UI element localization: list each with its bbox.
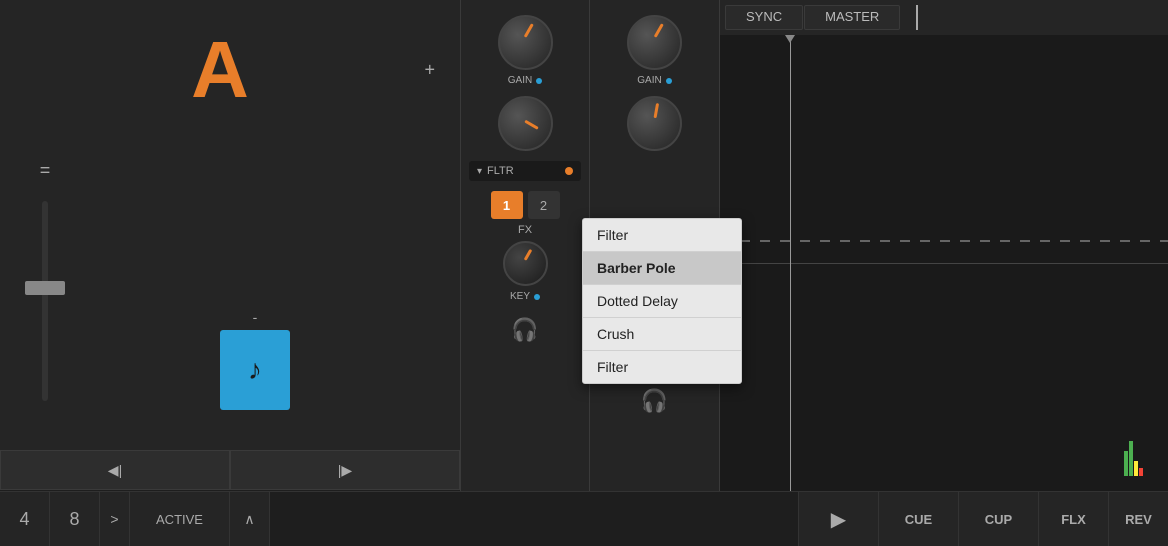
up-arrow-button[interactable]: ∧	[230, 492, 270, 546]
cue-block[interactable]: ♪	[220, 330, 290, 410]
fx-dropdown-menu: Filter Barber Pole Dotted Delay Crush Fi…	[582, 218, 742, 384]
fltr-dot-orange	[565, 167, 573, 175]
bottom-bar: 4 8 > ACTIVE ∧ ▶ CUE CUP FLX REV	[0, 491, 1168, 546]
master-button[interactable]: MASTER	[804, 5, 900, 30]
fx-label: FX	[518, 224, 532, 236]
music-note-icon: ♪	[248, 354, 262, 386]
gain-label-1: GAIN	[508, 75, 542, 86]
vu-bar-green-1	[1124, 451, 1128, 476]
gain-knob-1-indicator	[524, 23, 534, 37]
vu-meter	[1124, 441, 1143, 476]
headphone-icon-1[interactable]: 🎧	[505, 312, 545, 347]
fx-buttons: 1 2	[491, 191, 560, 219]
vu-bar-green-2	[1129, 441, 1133, 476]
sync-master-row: SYNC MASTER	[720, 0, 1168, 35]
active-button[interactable]: ACTIVE	[130, 492, 230, 546]
vu-bar-yellow	[1134, 461, 1138, 476]
gain-label-2: GAIN	[637, 75, 671, 86]
eq-knob-2-indicator	[653, 103, 659, 118]
key-dot-blue-1	[534, 294, 540, 300]
gain-dot-blue-1	[536, 78, 542, 84]
fader-handle[interactable]	[25, 281, 65, 295]
flx-button[interactable]: FLX	[1038, 492, 1108, 546]
play-button[interactable]: ▶	[798, 492, 878, 546]
vu-bar-red	[1139, 468, 1143, 476]
dropdown-item-crush[interactable]: Crush	[583, 318, 741, 351]
waveform-center-line	[720, 263, 1168, 264]
tempo-line	[916, 5, 1163, 30]
waveform-area	[720, 35, 1168, 491]
bottom-num-8[interactable]: 8	[50, 492, 100, 546]
dropdown-item-barber-pole[interactable]: Barber Pole	[583, 252, 741, 285]
vertical-fader: =	[20, 150, 70, 480]
playhead	[790, 35, 791, 491]
main-container: A + ◀| |▶ = -	[0, 0, 1168, 546]
playhead-triangle	[785, 35, 795, 43]
dropdown-item-dotted-delay[interactable]: Dotted Delay	[583, 285, 741, 318]
rev-button[interactable]: REV	[1108, 492, 1168, 546]
filter-knob-1-indicator	[524, 120, 538, 130]
channel-strip-1: GAIN ▾ FLTR 1 2 FX	[460, 0, 590, 491]
gain-knob-1[interactable]	[498, 15, 553, 70]
cup-bottom-button[interactable]: CUP	[958, 492, 1038, 546]
left-top: A +	[0, 0, 460, 140]
right-panel: SYNC MASTER	[720, 0, 1168, 491]
bottom-num-4[interactable]: 4	[0, 492, 50, 546]
headphone-icon-2[interactable]: 🎧	[635, 383, 675, 418]
fltr-row: ▾ FLTR	[469, 161, 581, 181]
fltr-label: FLTR	[487, 165, 560, 177]
dropdown-item-filter-2[interactable]: Filter	[583, 351, 741, 383]
left-panel: A + ◀| |▶ = -	[0, 0, 460, 490]
bottom-left: 4 8 > ACTIVE ∧	[0, 492, 270, 546]
deck-letter: A	[191, 24, 249, 116]
cue-note-area: - ♪	[220, 309, 290, 410]
key-knob-1[interactable]	[503, 241, 548, 286]
key-label-1: KEY	[510, 291, 540, 302]
minus-button[interactable]: -	[220, 309, 290, 325]
fltr-dropdown-arrow[interactable]: ▾	[477, 166, 482, 177]
cue-bottom-button[interactable]: CUE	[878, 492, 958, 546]
filter-knob-1[interactable]	[498, 96, 553, 151]
bottom-right: ▶ CUE CUP FLX REV	[798, 492, 1168, 546]
eq-icon: =	[40, 160, 51, 181]
bottom-arrow-btn[interactable]: >	[100, 492, 130, 546]
gain-dot-blue-2	[666, 78, 672, 84]
key-knob-1-indicator	[524, 249, 533, 261]
fx-btn-2[interactable]: 2	[528, 191, 560, 219]
dropdown-item-filter-1[interactable]: Filter	[583, 219, 741, 252]
fx-btn-1[interactable]: 1	[491, 191, 523, 219]
plus-button[interactable]: +	[424, 60, 435, 81]
fader-track[interactable]	[42, 201, 48, 401]
eq-knob-2[interactable]	[627, 96, 682, 151]
gain-knob-2-indicator	[653, 23, 663, 37]
gain-knob-2[interactable]	[627, 15, 682, 70]
waveform-dots	[720, 240, 1168, 242]
sync-button[interactable]: SYNC	[725, 5, 803, 30]
bottom-middle	[270, 492, 798, 546]
